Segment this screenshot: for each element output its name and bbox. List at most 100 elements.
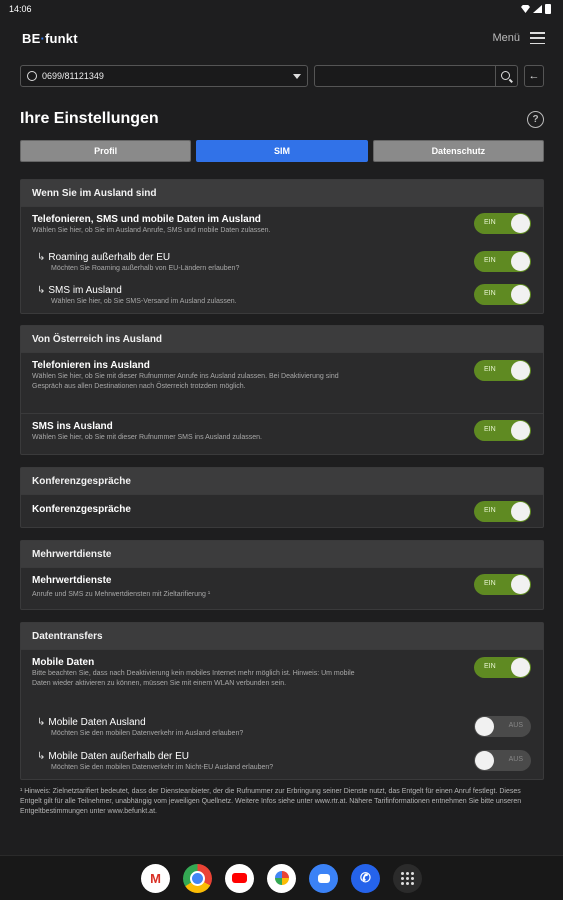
setting-title: Telefonieren ins Ausland xyxy=(32,360,150,371)
sub-arrow-icon: ↳ xyxy=(37,252,46,263)
section-datentransfers: Datentransfers Mobile Daten Bitte beacht… xyxy=(20,622,544,780)
tab-bar: Profil SIM Datenschutz xyxy=(20,140,544,162)
setting-description: Anrufe und SMS zu Mehrwertdiensten mit Z… xyxy=(32,591,211,598)
back-button[interactable]: ← xyxy=(524,65,544,87)
setting-description: Wählen Sie hier, ob Sie SMS-Versand im A… xyxy=(51,298,237,305)
setting-description: Wählen Sie hier, ob Sie im Ausland Anruf… xyxy=(32,227,271,234)
toggle-switch[interactable]: EIN xyxy=(474,574,531,595)
toggle-knob xyxy=(511,214,530,233)
toggle-knob xyxy=(511,421,530,440)
photos-icon[interactable] xyxy=(267,863,296,893)
setting-row: ↳ Mobile Daten Ausland Möchten Sie den mo… xyxy=(21,710,543,744)
setting-title: ↳ Mobile Daten Ausland xyxy=(37,717,146,728)
setting-title: Konferenzgespräche xyxy=(32,504,131,515)
toggle-knob xyxy=(511,285,530,304)
help-icon[interactable]: ? xyxy=(527,110,544,128)
app-header: BE·funkt Menü xyxy=(0,18,563,58)
section-mehrwertdienste: Mehrwertdienste Mehrwertdienste Anrufe u… xyxy=(20,540,544,610)
search-button[interactable] xyxy=(496,65,518,87)
section-von-oesterreich: Von Österreich ins Ausland Telefonieren … xyxy=(20,325,544,455)
toggle-switch[interactable]: EIN xyxy=(474,360,531,381)
tab-datenschutz[interactable]: Datenschutz xyxy=(372,140,544,162)
phone-number-select[interactable]: 0699/81121349 xyxy=(20,65,308,87)
app-drawer-icon[interactable] xyxy=(393,863,422,893)
section-title: Von Österreich ins Ausland xyxy=(21,326,543,352)
toggle-knob xyxy=(511,575,530,594)
wifi-icon xyxy=(521,5,530,13)
toggle-knob xyxy=(511,361,530,380)
setting-title: SMS ins Ausland xyxy=(32,421,113,432)
phone-number-value: 0699/81121349 xyxy=(42,71,104,81)
arrow-left-icon: ← xyxy=(528,70,540,82)
youtube-icon[interactable] xyxy=(225,863,254,893)
setting-title: Mehrwertdienste xyxy=(32,575,112,586)
phone-icon[interactable]: ✆ xyxy=(351,863,380,893)
setting-description: Möchten Sie den mobilen Datenverkehr im … xyxy=(51,730,244,737)
page-heading: Ihre Einstellungen ? xyxy=(20,108,544,130)
toggle-knob xyxy=(511,502,530,521)
status-time: 14:06 xyxy=(9,4,32,14)
toggle-switch[interactable]: EIN xyxy=(474,657,531,678)
footnote: ¹ Hinweis: Zielnetztarifiert bedeutet, d… xyxy=(20,788,522,815)
toggle-switch[interactable]: AUS xyxy=(474,750,531,771)
setting-row: Mobile Daten Bitte beachten Sie, dass na… xyxy=(21,649,543,710)
setting-row: Mehrwertdienste Anrufe und SMS zu Mehrwe… xyxy=(21,567,543,609)
status-bar: 14:06 xyxy=(0,0,563,18)
sub-arrow-icon: ↳ xyxy=(37,751,46,762)
messages-icon[interactable] xyxy=(309,863,338,893)
setting-description: Wählen Sie hier, ob Sie mit dieser Rufnu… xyxy=(32,434,262,441)
app-dock: M ✆ xyxy=(0,855,563,900)
setting-title: Mobile Daten xyxy=(32,657,95,668)
setting-row: Telefonieren, SMS und mobile Daten im Au… xyxy=(21,206,543,245)
person-icon xyxy=(27,71,37,81)
setting-description: Möchten Sie den mobilen Datenverkehr im … xyxy=(51,764,274,771)
page-title: Ihre Einstellungen xyxy=(20,110,159,127)
toggle-switch[interactable]: EIN xyxy=(474,501,531,522)
setting-row: ↳ Roaming außerhalb der EU Möchten Sie Ro… xyxy=(21,245,543,278)
toggle-knob xyxy=(511,252,530,271)
gmail-icon[interactable]: M xyxy=(141,863,170,893)
setting-row: ↳ Mobile Daten außerhalb der EU Möchten S… xyxy=(21,744,543,778)
setting-description: Wählen Sie hier, ob Sie mit dieser Rufnu… xyxy=(32,373,339,390)
menu-label: Menü xyxy=(492,32,520,44)
menu-button[interactable]: Menü xyxy=(492,32,545,44)
section-title: Datentransfers xyxy=(21,623,543,649)
status-icons xyxy=(521,4,551,14)
setting-row: Telefonieren ins Ausland Wählen Sie hier… xyxy=(21,352,543,413)
search-icon xyxy=(501,71,510,80)
toggle-knob xyxy=(475,751,494,770)
setting-description: Möchten Sie Roaming außerhalb von EU-Län… xyxy=(51,265,240,272)
tab-profil[interactable]: Profil xyxy=(20,140,192,162)
toggle-switch[interactable]: EIN xyxy=(474,251,531,272)
setting-description: Bitte beachten Sie, dass nach Deaktivier… xyxy=(32,670,355,687)
brand-logo[interactable]: BE·funkt xyxy=(22,31,78,46)
toggle-switch[interactable]: EIN xyxy=(474,420,531,441)
toggle-knob xyxy=(475,717,494,736)
toggle-switch[interactable]: EIN xyxy=(474,284,531,305)
hamburger-icon xyxy=(530,32,545,44)
toolbar: 0699/81121349 ← xyxy=(20,65,544,87)
setting-title: ↳ Mobile Daten außerhalb der EU xyxy=(37,751,190,762)
section-title: Konferenzgespräche xyxy=(21,468,543,494)
setting-title: ↳ Roaming außerhalb der EU xyxy=(37,252,171,263)
battery-icon xyxy=(545,4,551,14)
section-title: Mehrwertdienste xyxy=(21,541,543,567)
toggle-knob xyxy=(511,658,530,677)
setting-title: Telefonieren, SMS und mobile Daten im Au… xyxy=(32,214,261,225)
section-title: Wenn Sie im Ausland sind xyxy=(21,180,543,206)
sub-arrow-icon: ↳ xyxy=(37,285,46,296)
setting-row: ↳ SMS im Ausland Wählen Sie hier, ob Sie … xyxy=(21,278,543,311)
chrome-icon[interactable] xyxy=(183,863,212,893)
section-konferenz: Konferenzgespräche Konferenzgespräche EI… xyxy=(20,467,544,528)
setting-row: SMS ins Ausland Wählen Sie hier, ob Sie … xyxy=(21,413,543,454)
setting-title: ↳ SMS im Ausland xyxy=(37,285,122,296)
section-ausland: Wenn Sie im Ausland sind Telefonieren, S… xyxy=(20,179,544,314)
chevron-down-icon xyxy=(293,74,301,79)
toggle-switch[interactable]: EIN xyxy=(474,213,531,234)
signal-icon xyxy=(533,5,542,13)
sub-arrow-icon: ↳ xyxy=(37,717,46,728)
setting-row: Konferenzgespräche EIN xyxy=(21,494,543,527)
search-input[interactable] xyxy=(314,65,496,87)
tab-sim[interactable]: SIM xyxy=(196,140,368,162)
toggle-switch[interactable]: AUS xyxy=(474,716,531,737)
